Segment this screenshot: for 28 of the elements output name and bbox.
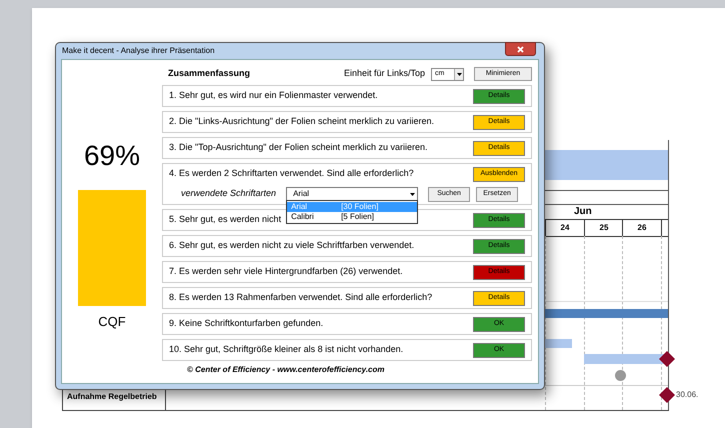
milestone-diamond-icon [659,351,675,367]
summary-heading: Zusammenfassung [168,67,250,80]
window-title: Make it decent - Analyse ihrer Präsentation [61,46,215,56]
score-label: CQF [98,314,126,330]
check-text: 5. Sehr gut, es werden nicht [169,213,282,226]
check-text: 9. Keine Schriftkonturfarben gefunden. [169,317,324,330]
check-text: 4. Es werden 2 Schriftarten verwendet. Sind alle erforderlich? [169,167,414,180]
font-select[interactable]: Arial [286,187,418,201]
check-text: 1. Sehr gut, es wird nur ein Folienmaster verwendet. [169,89,378,102]
unit-label: Einheit für Links/Top [344,67,425,80]
milestone-diamond-icon [659,387,675,403]
milestone-date: 30.06. [676,390,698,400]
check-text: 3. Die "Top-Ausrichtung" der Folien scheint merklich zu variieren. [169,141,428,154]
close-button[interactable] [505,42,536,56]
dropdown-option[interactable]: Calibri [5 Folien] [287,212,418,222]
footer-text: © Center of Efficiency - www.centerofefficiency.com [187,364,386,376]
row-label: Aufnahme Regelbetrieb [67,392,157,402]
check-text: 10. Sehr gut, Schriftgröße kleiner als 8 ist nicht vorhanden. [169,343,404,356]
close-icon [517,46,524,52]
day-header-cell: 25 [584,219,623,236]
gantt-bar [545,339,572,348]
check-text: 2. Die "Links-Ausrichtung" der Folien scheint merklich zu variieren. [169,115,434,128]
score-value: 69% [84,140,140,172]
check-text: 8. Es werden 13 Rahmenfarben verwendet. Sind alle erforderlich? [169,291,432,304]
check-text: 6. Sehr gut, es werden nicht zu viele Schriftfarben verwendet. [169,239,414,252]
month-label: Jun [574,206,592,218]
fonts-label: verwendete Schriftarten [181,187,276,200]
check-text: 7. Es werden sehr viele Hintergrundfarben (26) verwendet. [169,265,403,278]
